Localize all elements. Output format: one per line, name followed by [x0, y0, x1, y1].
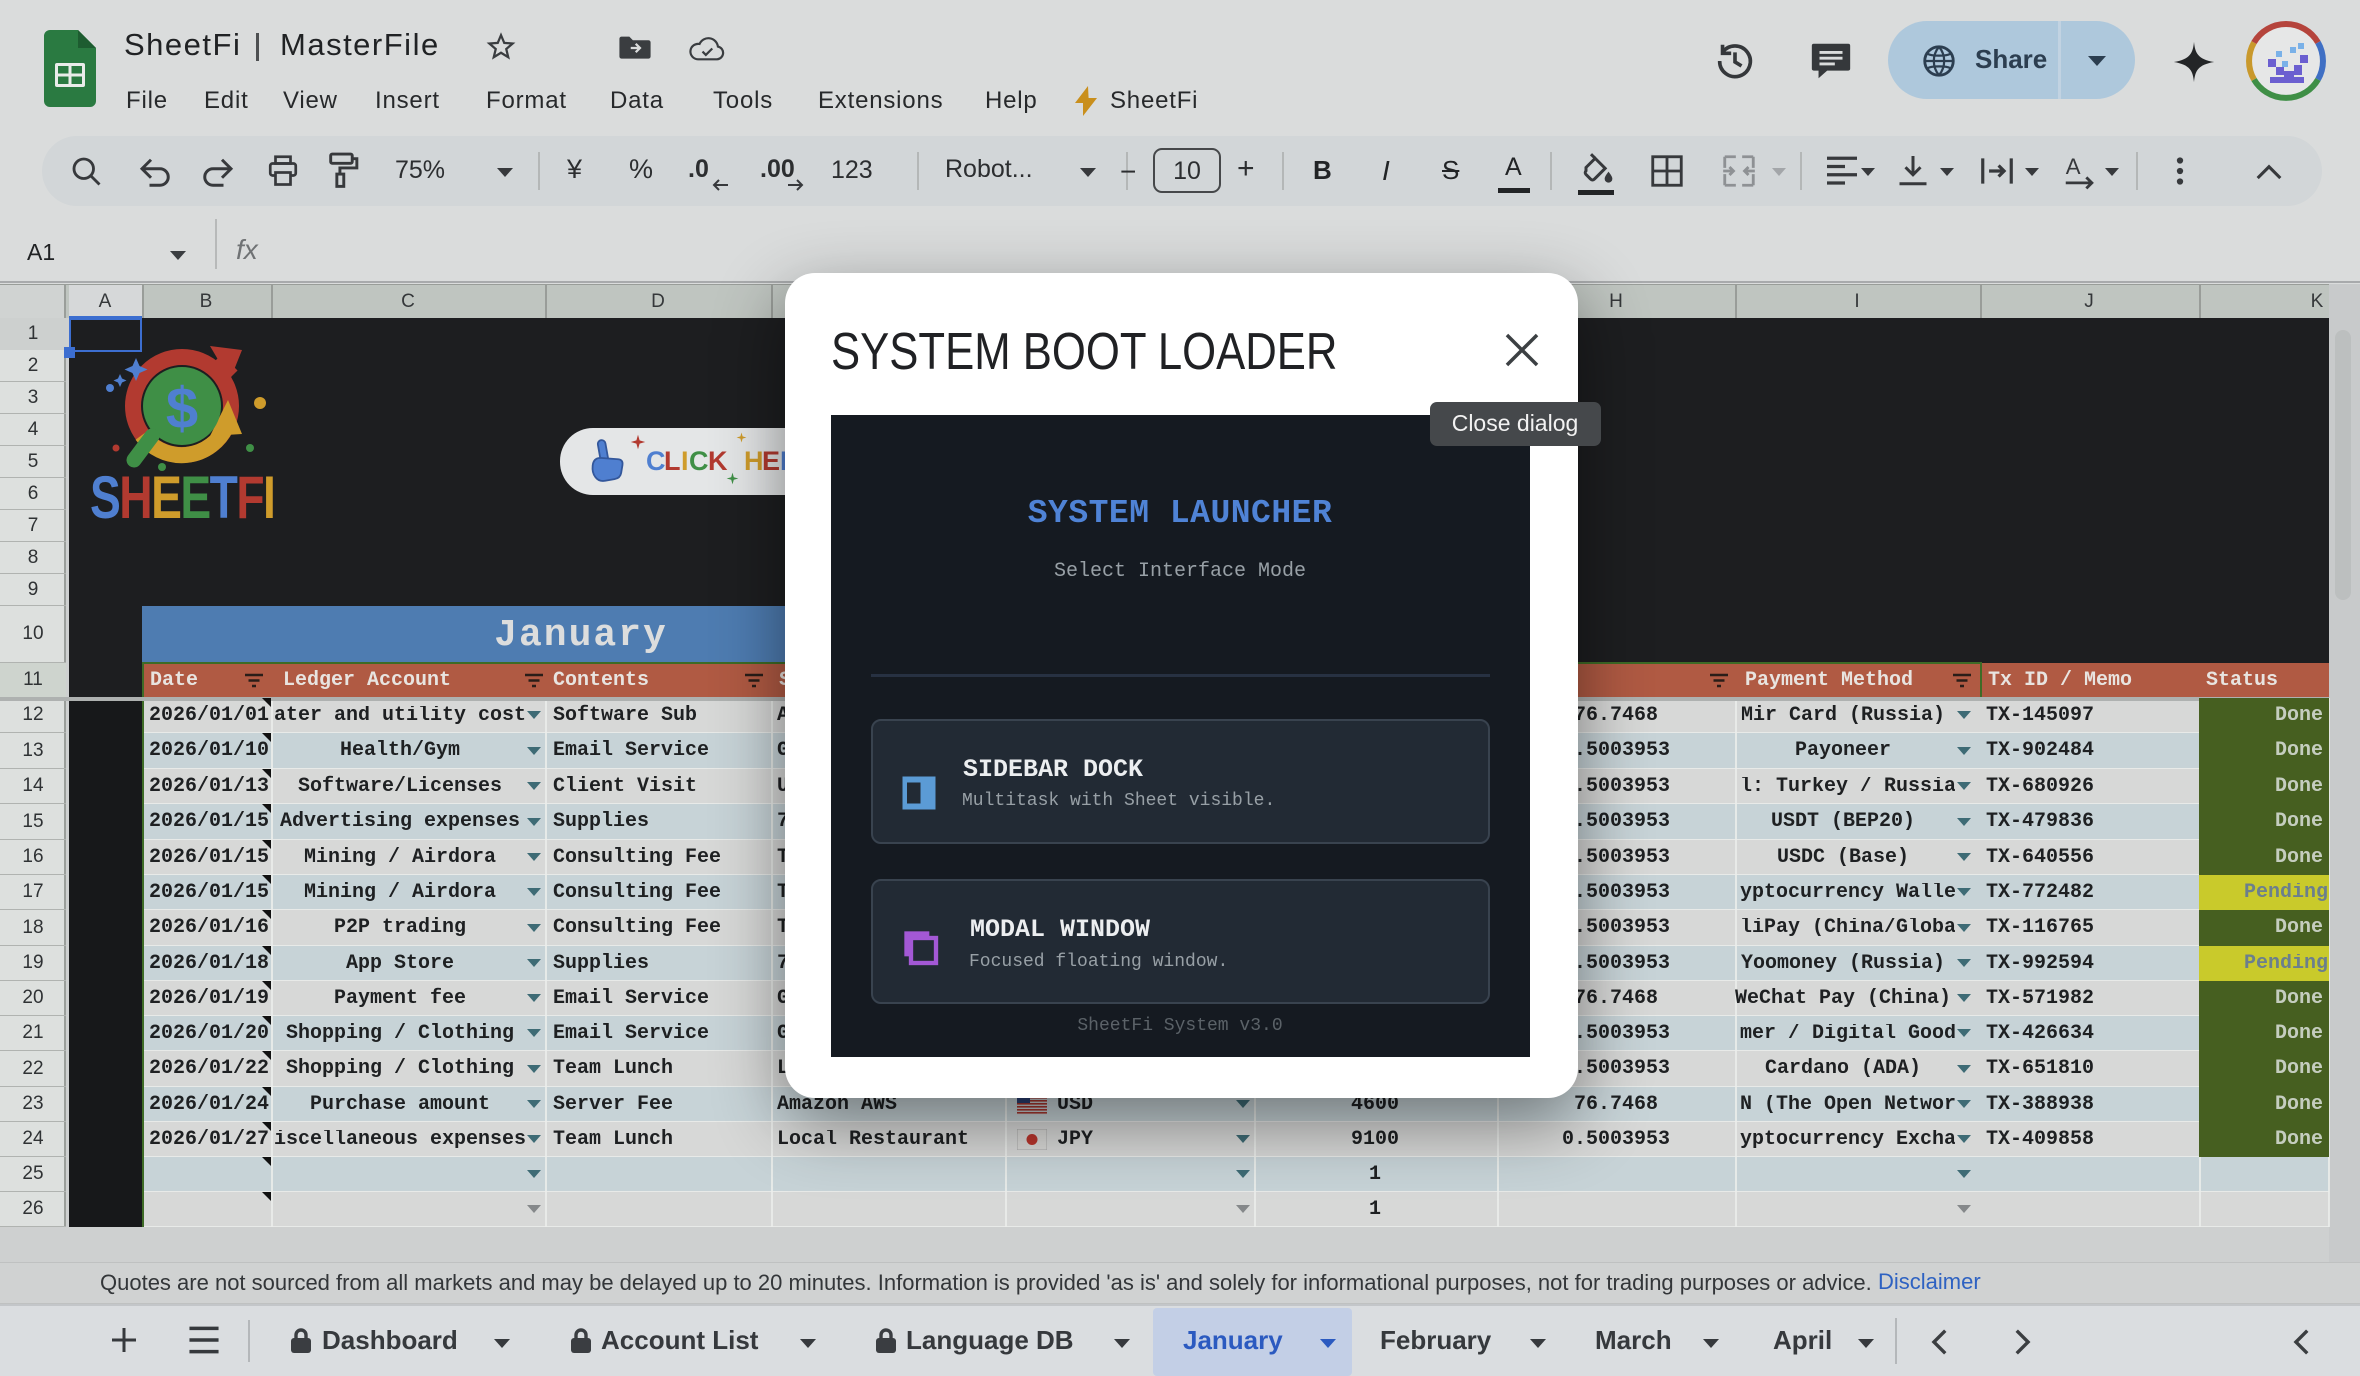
svg-text:A: A: [2066, 154, 2081, 179]
svg-text:$: $: [166, 376, 198, 441]
